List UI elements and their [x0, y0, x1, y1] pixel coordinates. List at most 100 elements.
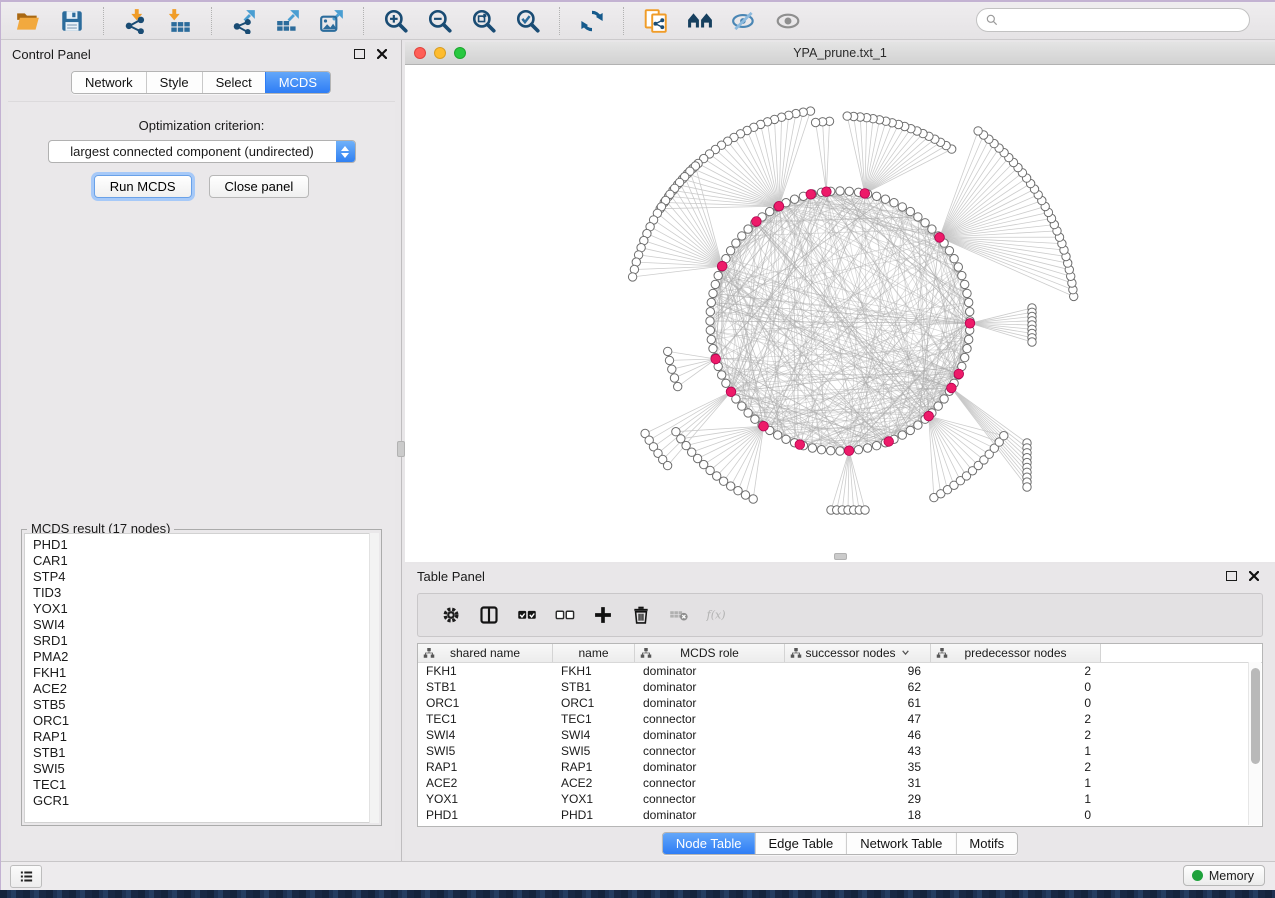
new-network-from-selection-icon[interactable] — [642, 7, 670, 35]
export-image-icon[interactable] — [318, 7, 346, 35]
show-all-icon[interactable] — [774, 7, 802, 35]
tab-network[interactable]: Network — [72, 72, 146, 93]
task-history-button[interactable] — [10, 865, 42, 888]
cell: SWI4 — [553, 728, 635, 742]
deselect-all-icon[interactable] — [554, 604, 576, 626]
cell: dominator — [635, 808, 785, 822]
column-header-name[interactable]: name — [553, 644, 635, 662]
table-header-row: shared namenameMCDS rolesuccessor nodesp… — [418, 644, 1262, 663]
column-header-successor-nodes[interactable]: successor nodes — [785, 644, 931, 662]
result-node[interactable]: PMA2 — [33, 649, 378, 665]
cell: 35 — [785, 760, 931, 774]
zoom-fit-icon[interactable] — [470, 7, 498, 35]
table-row[interactable]: SWI5SWI5connector431 — [418, 743, 1262, 759]
result-node[interactable]: YOX1 — [33, 601, 378, 617]
tab-mcds[interactable]: MCDS — [265, 72, 330, 93]
import-table-icon[interactable] — [166, 7, 194, 35]
result-node[interactable]: GCR1 — [33, 793, 378, 809]
tab-motifs[interactable]: Motifs — [955, 833, 1017, 854]
show-columns-icon[interactable] — [478, 604, 500, 626]
zoom-selected-icon[interactable] — [514, 7, 542, 35]
tab-select[interactable]: Select — [202, 72, 265, 93]
result-node[interactable]: CAR1 — [33, 553, 378, 569]
hide-selected-icon[interactable] — [730, 7, 758, 35]
result-node[interactable]: ACE2 — [33, 681, 378, 697]
result-node[interactable]: STP4 — [33, 569, 378, 585]
toolbar-separator — [211, 7, 213, 35]
column-header-predecessor-nodes[interactable]: predecessor nodes — [931, 644, 1101, 662]
cell: dominator — [635, 696, 785, 710]
table-row[interactable]: TEC1TEC1connector472 — [418, 711, 1262, 727]
export-network-icon[interactable] — [230, 7, 258, 35]
select-stepper-icon — [336, 141, 355, 162]
function-builder-icon[interactable]: f(x) — [706, 604, 728, 626]
column-header-MCDS-role[interactable]: MCDS role — [635, 644, 785, 662]
list-icon — [18, 869, 35, 884]
float-panel-icon[interactable] — [354, 49, 365, 59]
result-node[interactable]: STB1 — [33, 745, 378, 761]
cell: PHD1 — [553, 808, 635, 822]
export-table-icon[interactable] — [274, 7, 302, 35]
tab-network-table[interactable]: Network Table — [846, 833, 955, 854]
table-row[interactable]: SWI4SWI4dominator462 — [418, 727, 1262, 743]
node-table: shared namenameMCDS rolesuccessor nodesp… — [417, 643, 1263, 827]
result-node[interactable]: SRD1 — [33, 633, 378, 649]
table-scrollbar-thumb[interactable] — [1251, 668, 1260, 764]
search-icon — [985, 13, 999, 27]
save-session-icon[interactable] — [58, 7, 86, 35]
cell: 2 — [931, 760, 1101, 774]
desktop-wallpaper-strip — [0, 890, 1275, 898]
column-header-shared-name[interactable]: shared name — [418, 644, 553, 662]
tab-node-table[interactable]: Node Table — [663, 833, 755, 854]
select-all-icon[interactable] — [516, 604, 538, 626]
float-table-panel-icon[interactable] — [1226, 571, 1237, 581]
close-panel-icon[interactable] — [377, 49, 387, 59]
result-node[interactable]: FKH1 — [33, 665, 378, 681]
add-row-icon[interactable] — [592, 604, 614, 626]
apply-layout-icon[interactable] — [578, 7, 606, 35]
zoom-in-icon[interactable] — [382, 7, 410, 35]
cell: 0 — [931, 680, 1101, 694]
result-list-scrollbar[interactable] — [369, 533, 379, 823]
delete-column-icon[interactable] — [668, 604, 690, 626]
result-node[interactable]: SWI4 — [33, 617, 378, 633]
run-mcds-button[interactable]: Run MCDS — [94, 175, 192, 198]
open-session-icon[interactable] — [14, 7, 42, 35]
zoom-out-icon[interactable] — [426, 7, 454, 35]
control-panel-header: Control Panel — [1, 40, 401, 68]
search-box[interactable] — [976, 8, 1250, 32]
table-row[interactable]: STB1STB1dominator620 — [418, 679, 1262, 695]
table-row[interactable]: YOX1YOX1connector291 — [418, 791, 1262, 807]
network-scrollbar-handle[interactable] — [834, 553, 847, 560]
panel-splitter-handle[interactable] — [397, 441, 405, 457]
search-input[interactable] — [999, 10, 1249, 30]
table-settings-icon[interactable] — [440, 604, 462, 626]
result-node[interactable]: RAP1 — [33, 729, 378, 745]
table-row[interactable]: RAP1RAP1dominator352 — [418, 759, 1262, 775]
network-window-titlebar[interactable]: YPA_prune.txt_1 — [405, 42, 1275, 65]
table-scrollbar[interactable] — [1248, 662, 1261, 825]
table-row[interactable]: FKH1FKH1dominator962 — [418, 663, 1262, 679]
delete-row-icon[interactable] — [630, 604, 652, 626]
tab-edge-table[interactable]: Edge Table — [754, 833, 846, 854]
result-node[interactable]: SWI5 — [33, 761, 378, 777]
cell: STB1 — [418, 680, 553, 694]
first-neighbors-icon[interactable] — [686, 7, 714, 35]
criterion-select[interactable]: largest connected component (undirected) — [48, 140, 356, 163]
mcds-result-list[interactable]: PHD1CAR1STP4TID3YOX1SWI4SRD1PMA2FKH1ACE2… — [24, 533, 379, 823]
import-network-icon[interactable] — [122, 7, 150, 35]
table-row[interactable]: ACE2ACE2connector311 — [418, 775, 1262, 791]
result-node[interactable]: ORC1 — [33, 713, 378, 729]
tab-style[interactable]: Style — [146, 72, 202, 93]
result-node[interactable]: STB5 — [33, 697, 378, 713]
table-row[interactable]: PHD1PHD1dominator180 — [418, 807, 1262, 823]
network-canvas[interactable] — [405, 64, 1273, 561]
close-table-panel-icon[interactable] — [1249, 571, 1259, 581]
result-node[interactable]: TID3 — [33, 585, 378, 601]
memory-label: Memory — [1209, 869, 1254, 883]
memory-button[interactable]: Memory — [1183, 865, 1265, 886]
result-node[interactable]: PHD1 — [33, 537, 378, 553]
close-panel-button[interactable]: Close panel — [209, 175, 310, 198]
result-node[interactable]: TEC1 — [33, 777, 378, 793]
table-row[interactable]: ORC1ORC1dominator610 — [418, 695, 1262, 711]
